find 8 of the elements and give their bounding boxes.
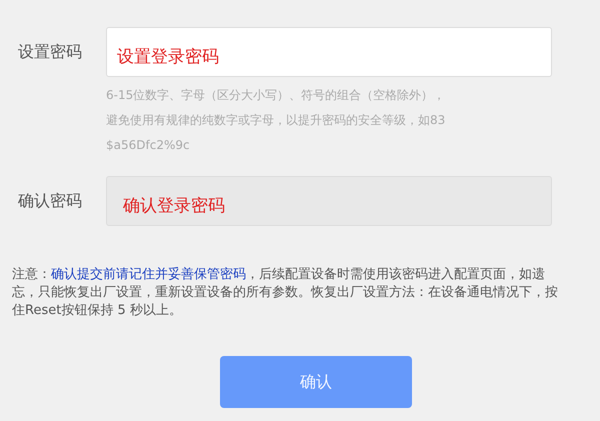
confirm-button[interactable]: 确认 xyxy=(220,356,412,408)
password-field[interactable]: 设置登录密码 xyxy=(106,27,552,77)
hint-text: $a56Dfc2%9c xyxy=(106,137,190,154)
hint-text: 避免使用有规律的纯数字或字母，以提升密码的安全等级，如83 xyxy=(106,112,446,129)
note-text: 注意：确认提交前请记住并妥善保管密码，后续配置设备时需使用该密码进入配置页面，如遗忘，只能恢复出厂设置，重新设置设备的所有参数。恢复出厂设置方法：在设备通电情况下，按住Reset按钮保持 5 秒以上。 xyxy=(12,266,559,320)
hint-text: 6-15位数字、字母（区分大小写）、符号的组合（空格除外）， xyxy=(106,87,446,104)
field-label: 设置密码 xyxy=(18,41,83,63)
field-label: 确认密码 xyxy=(18,190,83,212)
